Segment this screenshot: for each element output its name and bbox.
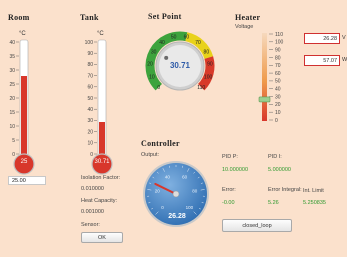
error-label: Error: xyxy=(222,187,236,193)
controller-tick-label: 60 xyxy=(182,175,188,180)
setpoint-title: Set Point xyxy=(148,12,182,21)
heat-capacity-label: Heat Capacity: xyxy=(81,198,118,204)
tank-tick-label: 80 xyxy=(87,62,93,68)
error-value: -0.00 xyxy=(222,200,235,206)
room-scale: 40 35 30 25 20 15 10 5 0 xyxy=(9,40,19,158)
heater-tick-label: 70 xyxy=(275,63,281,69)
tank-unit: °C xyxy=(97,31,104,37)
room-tick-label: 30 xyxy=(9,68,15,74)
controller-gauge: 0 20 40 60 80 100 26.28 xyxy=(142,160,210,228)
setpoint-tick-label: 20 xyxy=(147,62,153,68)
heater-tick-label: 80 xyxy=(275,55,281,61)
heater-tick-label: 40 xyxy=(275,87,281,93)
power-unit: W xyxy=(342,57,347,63)
tank-tick-label: 100 xyxy=(85,40,94,46)
pid-i-value[interactable]: 5.000000 xyxy=(268,167,291,173)
room-tick-label: 5 xyxy=(12,138,15,144)
room-tick-label: 35 xyxy=(9,54,15,60)
room-tick-label: 25 xyxy=(9,82,15,88)
tank-tick-label: 40 xyxy=(87,107,93,113)
ok-button[interactable]: OK xyxy=(81,232,123,243)
room-tick-label: 15 xyxy=(9,110,15,116)
heater-tick-label: 110 xyxy=(275,32,283,38)
controller-tick-label: 40 xyxy=(165,175,171,180)
controller-value: 26.28 xyxy=(168,213,186,220)
heater-title: Heater xyxy=(235,13,261,22)
heater-tick-label: 50 xyxy=(275,79,281,85)
isolation-factor-value[interactable]: 0.010000 xyxy=(81,186,104,192)
heater-tick-label: 60 xyxy=(275,71,281,77)
heater-tick-label: 90 xyxy=(275,47,281,53)
tank-bulb-value: 30.71 xyxy=(94,159,110,165)
room-title: Room xyxy=(8,13,30,22)
tank-title: Tank xyxy=(80,13,99,22)
int-limit-value[interactable]: 5.250835 xyxy=(303,200,326,206)
setpoint-knob[interactable]: 0 10 20 30 40 50 60 70 80 90 100 110 30.71 xyxy=(140,26,220,106)
setpoint-tick-label: 70 xyxy=(195,40,201,46)
setpoint-tick-label: 40 xyxy=(159,40,165,46)
setpoint-value: 30.71 xyxy=(170,61,191,70)
setpoint-knob-marker xyxy=(164,55,169,60)
heater-slider-thumb[interactable] xyxy=(258,96,271,103)
controller-title: Controller xyxy=(141,139,180,148)
closed-loop-button[interactable]: closed_loop xyxy=(222,219,292,232)
room-thermometer: °C 40 35 30 25 20 15 10 5 0 25 xyxy=(8,26,58,186)
heater-tick-label: 30 xyxy=(275,94,281,100)
heater-tick-label: 20 xyxy=(275,102,281,108)
setpoint-tick-label: 100 xyxy=(204,74,213,80)
heater-tick-label: 0 xyxy=(275,118,278,124)
room-tick-label: 20 xyxy=(9,96,15,102)
setpoint-tick-label: 90 xyxy=(207,62,213,68)
room-temperature-input[interactable]: 25.00 xyxy=(8,176,46,185)
setpoint-tick-label: 10 xyxy=(149,74,155,80)
sensor-label: Sensor: xyxy=(81,222,100,228)
tank-thermometer: °C 100 90 80 70 60 50 40 30 20 10 0 30.71 xyxy=(80,26,130,186)
setpoint-tick-label: 110 xyxy=(197,85,205,91)
voltage-label: Voltage xyxy=(235,24,254,30)
room-tick-label: 10 xyxy=(9,124,15,130)
power-display: 57.07 xyxy=(304,55,340,66)
tank-tick-label: 10 xyxy=(87,141,93,147)
voltage-display: 26.28 xyxy=(304,33,340,44)
voltage-unit: V xyxy=(342,35,346,41)
heater-tick-label: 100 xyxy=(275,40,284,46)
pid-p-label: PID P: xyxy=(222,154,238,160)
tank-tick-label: 30 xyxy=(87,118,93,124)
heater-scale: 1101009080706050403020100 xyxy=(269,32,284,124)
heater-tick-label: 10 xyxy=(275,110,281,116)
tank-tick-label: 60 xyxy=(87,85,93,91)
error-integral-label: Error Integral: xyxy=(268,187,302,193)
int-limit-label: Int. Limit xyxy=(303,188,324,194)
tank-tick-label: 0 xyxy=(90,152,93,158)
tank-tick-label: 70 xyxy=(87,73,93,79)
tank-tick-label: 20 xyxy=(87,129,93,135)
tank-tick-label: 50 xyxy=(87,96,93,102)
controller-tick-label: 20 xyxy=(155,189,161,194)
heat-capacity-value[interactable]: 0.001000 xyxy=(81,209,104,215)
setpoint-tick-label: 60 xyxy=(184,34,190,40)
room-tick-label: 0 xyxy=(12,152,15,158)
tank-tick-label: 90 xyxy=(87,51,93,57)
heater-slider[interactable]: 110 100 90 80 70 60 50 40 30 20 10 0 xyxy=(255,30,305,130)
error-integral-value: 5.26 xyxy=(268,200,279,206)
room-unit: °C xyxy=(19,31,26,37)
setpoint-tick-label: 50 xyxy=(171,34,177,40)
pid-p-value[interactable]: 10.000000 xyxy=(222,167,248,173)
room-tick-label: 40 xyxy=(9,40,15,46)
controller-tick-label: 100 xyxy=(186,205,194,210)
tank-scale: 1009080706050403020100 xyxy=(85,40,97,158)
setpoint-tick-label: 30 xyxy=(151,49,157,55)
pid-i-label: PID I: xyxy=(268,154,282,160)
setpoint-tick-label: 0 xyxy=(157,85,160,91)
setpoint-tick-label: 80 xyxy=(204,49,210,55)
controller-output-label: Output: xyxy=(141,152,160,158)
isolation-factor-label: Isolation Factor: xyxy=(81,175,121,181)
controller-tick-label: 80 xyxy=(192,189,198,194)
room-bulb-value: 25 xyxy=(20,159,28,165)
